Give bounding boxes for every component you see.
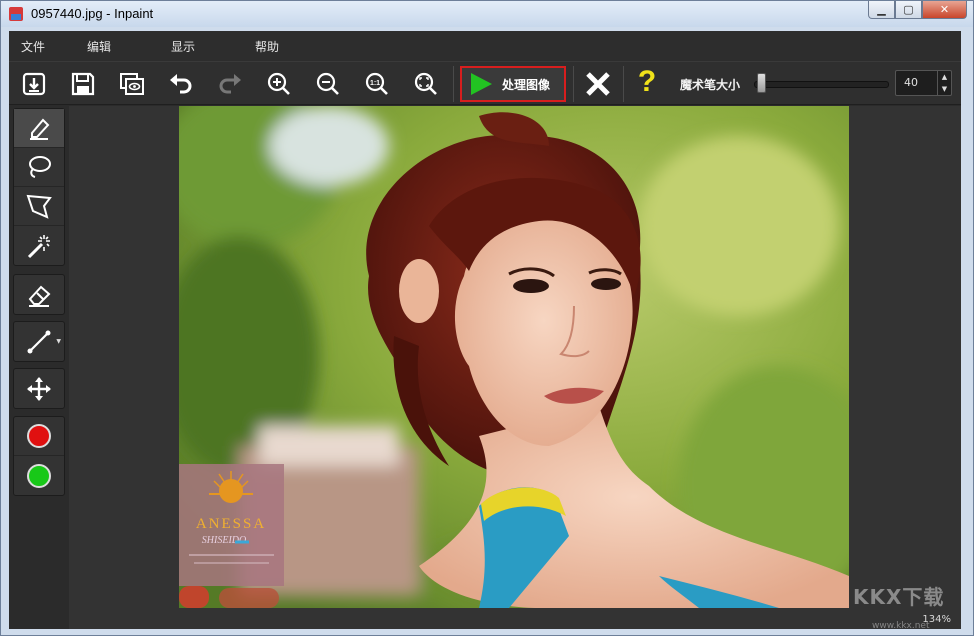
magic-wand-icon	[25, 232, 53, 260]
chevron-down-icon[interactable]: ▼	[56, 338, 61, 345]
line-tool[interactable]: ▼	[14, 322, 64, 361]
maximize-button[interactable]: ▢	[895, 1, 922, 19]
move-tool[interactable]	[14, 369, 64, 408]
red-color-swatch	[27, 424, 51, 448]
play-icon	[468, 71, 494, 97]
fit-window-icon	[413, 71, 439, 97]
brush-size-slider[interactable]	[754, 81, 889, 88]
svg-text:1:1: 1:1	[370, 80, 380, 87]
menu-help[interactable]: 帮助	[225, 38, 309, 55]
red-color-tool[interactable]	[14, 417, 64, 456]
eraser-tool[interactable]	[14, 275, 64, 314]
actual-size-button[interactable]: 1:1	[362, 69, 392, 99]
app-body: 文件 编辑 显示 帮助	[9, 31, 961, 629]
eraser-icon	[25, 281, 53, 309]
open-icon	[21, 71, 47, 97]
toolbar-separator	[623, 66, 624, 102]
menu-edit[interactable]: 编辑	[57, 38, 141, 55]
magic-wand-tool[interactable]	[14, 226, 64, 265]
zoom-out-button[interactable]	[313, 69, 343, 99]
maximize-icon: ▢	[903, 3, 913, 16]
open-button[interactable]	[19, 69, 49, 99]
lasso-icon	[25, 153, 53, 181]
help-icon[interactable]: ?	[633, 65, 661, 99]
selection-tools	[13, 108, 65, 266]
menu-bar: 文件 编辑 显示 帮助	[9, 31, 961, 61]
toolbar-separator	[573, 66, 574, 102]
window-title: 0957440.jpg - Inpaint	[31, 6, 153, 21]
cancel-icon[interactable]	[583, 69, 613, 99]
minimize-icon: ▁	[877, 3, 885, 16]
undo-button[interactable]	[166, 69, 196, 99]
marker-icon	[25, 114, 53, 142]
save-button[interactable]	[68, 69, 98, 99]
app-icon	[8, 6, 24, 22]
green-color-swatch	[27, 464, 51, 488]
watermark-logo: KKX下载	[853, 581, 944, 610]
color-group	[13, 416, 65, 496]
spin-down-icon[interactable]: ▼	[938, 83, 951, 95]
brush-size-label: 魔术笔大小	[680, 76, 740, 93]
process-image-label: 处理图像	[502, 76, 550, 93]
compare-button[interactable]	[117, 69, 147, 99]
redo-button[interactable]	[215, 69, 245, 99]
polygon-lasso-tool[interactable]	[14, 187, 64, 226]
save-icon	[70, 71, 96, 97]
brush-size-slider-thumb[interactable]	[757, 73, 766, 93]
logo-text: ANESSA	[196, 516, 266, 532]
polygon-lasso-icon	[25, 192, 53, 220]
menu-view[interactable]: 显示	[141, 38, 225, 55]
zoom-in-icon	[266, 71, 292, 97]
tool-palette: ▼	[9, 106, 69, 629]
marker-tool[interactable]	[14, 109, 64, 148]
move-group	[13, 368, 65, 409]
app-window: 0957440.jpg - Inpaint ▁ ▢ ✕ 文件 编辑 显示 帮助	[0, 0, 974, 636]
watermark-url: www.kkx.net	[872, 621, 930, 631]
process-image-button[interactable]: 处理图像	[460, 66, 566, 102]
close-icon: ✕	[940, 3, 949, 16]
title-bar: 0957440.jpg - Inpaint ▁ ▢ ✕	[1, 1, 973, 27]
undo-icon	[168, 71, 194, 97]
menu-file[interactable]: 文件	[9, 38, 57, 55]
actual-size-icon: 1:1	[364, 71, 390, 97]
move-icon	[25, 375, 53, 403]
photo-image[interactable]: ANESSA SHISEIDO	[179, 106, 849, 608]
eraser-group	[13, 274, 65, 315]
zoom-in-button[interactable]	[264, 69, 294, 99]
spin-up-icon[interactable]: ▲	[938, 71, 951, 83]
close-button[interactable]: ✕	[922, 1, 967, 19]
lasso-tool[interactable]	[14, 148, 64, 187]
green-color-tool[interactable]	[14, 456, 64, 495]
minimize-button[interactable]: ▁	[868, 1, 895, 19]
brush-size-spinbox[interactable]: 40 ▲ ▼	[895, 70, 952, 96]
brush-size-value: 40	[904, 76, 918, 89]
redo-icon	[217, 71, 243, 97]
zoom-out-icon	[315, 71, 341, 97]
preview-icon	[119, 71, 145, 97]
toolbar: 1:1 处理图像 ? 魔术笔大小 40 ▲ ▼	[9, 61, 961, 105]
fit-window-button[interactable]	[411, 69, 441, 99]
line-icon	[25, 328, 53, 356]
image-canvas[interactable]: ANESSA SHISEIDO 134%	[69, 106, 961, 629]
toolbar-separator	[453, 66, 454, 102]
line-group: ▼	[13, 321, 65, 362]
